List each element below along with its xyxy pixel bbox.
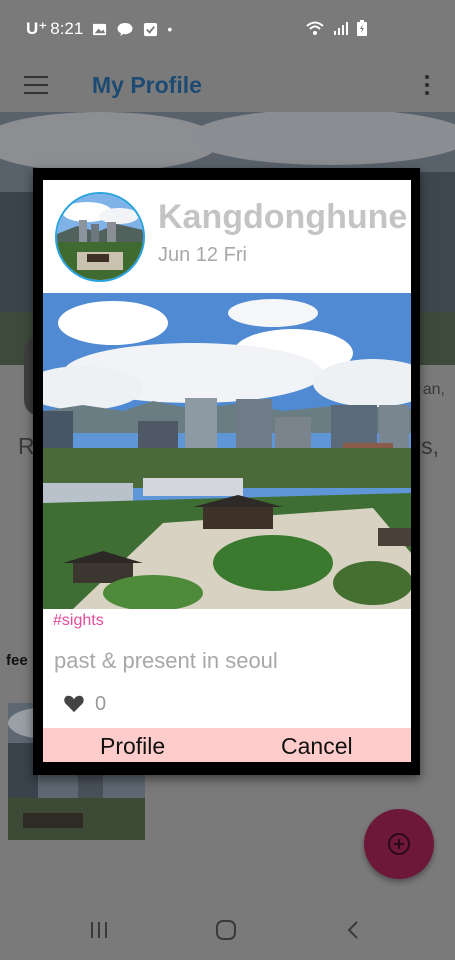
dialog-actions: Profile Cancel (43, 728, 411, 762)
home-icon[interactable] (214, 918, 238, 942)
post-dialog: Kangdonghune Jun 12 Fri #sights past & p… (43, 180, 411, 762)
post-hashtag[interactable]: #sights (53, 612, 104, 630)
clock: 8:21 (50, 19, 84, 38)
profile-bio-fragment: an, (422, 381, 445, 398)
hamburger-menu-icon[interactable] (24, 76, 48, 94)
overflow-menu-icon[interactable] (425, 75, 429, 95)
like-count: 0 (95, 693, 107, 715)
post-caption: past & present in seoul (54, 648, 278, 673)
post-username: Kangdonghune (158, 198, 408, 236)
page-title: My Profile (92, 72, 202, 98)
carrier-label: U⁺ (26, 19, 48, 38)
talk-notification-icon (117, 22, 133, 36)
feed-section-label: fee (6, 652, 28, 669)
heart-icon[interactable] (63, 693, 85, 713)
recent-apps-icon[interactable] (87, 918, 111, 942)
status-bar: U⁺ 8:21 • (0, 0, 455, 60)
profile-button[interactable]: Profile (100, 733, 165, 760)
more-notifications-dot: • (167, 21, 173, 37)
system-nav-bar (0, 900, 455, 960)
app-bar: My Profile (0, 60, 455, 112)
check-notification-icon (144, 22, 158, 36)
user-avatar[interactable] (55, 192, 145, 282)
add-post-button[interactable] (364, 809, 434, 879)
profile-stat-fragment-right: s, (421, 433, 439, 459)
battery-charging-icon (357, 20, 367, 36)
gallery-notification-icon (93, 23, 107, 35)
back-icon[interactable] (342, 918, 366, 942)
add-circle-icon (388, 833, 410, 855)
cancel-button[interactable]: Cancel (281, 733, 353, 760)
wifi-icon (306, 21, 324, 35)
post-photo[interactable] (43, 293, 411, 609)
signal-icon (334, 22, 348, 35)
post-date: Jun 12 Fri (158, 244, 247, 266)
